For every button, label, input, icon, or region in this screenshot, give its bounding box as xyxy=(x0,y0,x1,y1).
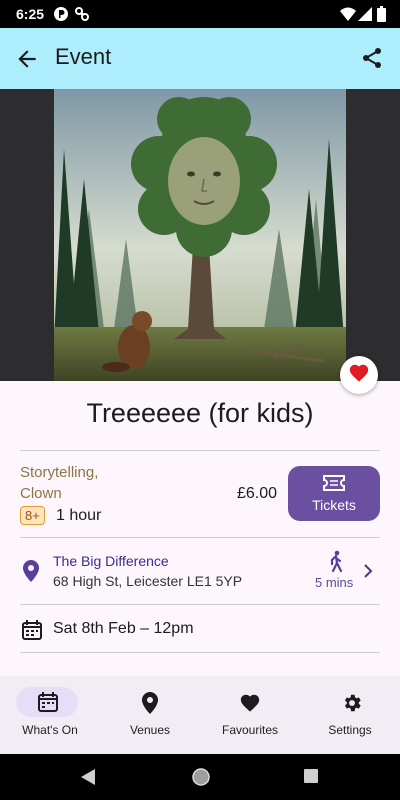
event-image-area xyxy=(0,89,400,381)
bottom-navigation: What's On Venues Favourites Settings xyxy=(0,676,400,754)
date-row: Sat 8th Feb – 12pm xyxy=(0,606,400,652)
battery-icon xyxy=(377,6,386,27)
event-price: £6.00 xyxy=(237,485,278,502)
status-time: 6:25 xyxy=(16,6,45,22)
location-pin-icon xyxy=(22,560,40,587)
system-navigation-bar xyxy=(0,754,400,800)
divider xyxy=(20,450,380,451)
event-categories: Storytelling, Clown xyxy=(20,464,99,502)
location-pin-icon xyxy=(141,692,159,719)
signal-icon xyxy=(358,6,372,27)
ticket-icon xyxy=(322,474,346,497)
favourite-button[interactable] xyxy=(340,356,378,394)
status-bar: 6:25 xyxy=(0,0,400,28)
home-circle-icon[interactable] xyxy=(192,768,210,791)
event-image xyxy=(54,89,346,381)
nav-label: What's On xyxy=(22,723,78,737)
venue-name[interactable]: The Big Difference xyxy=(53,553,169,569)
nav-favourites[interactable]: Favourites xyxy=(200,676,300,754)
walk-time: 5 mins xyxy=(315,575,354,590)
gear-icon xyxy=(341,692,363,719)
page-title: Event xyxy=(55,44,112,69)
calendar-icon xyxy=(22,620,42,645)
event-datetime: Sat 8th Feb – 12pm xyxy=(53,620,194,637)
nav-label: Venues xyxy=(129,723,171,737)
divider xyxy=(20,604,380,605)
calendar-icon xyxy=(38,692,58,717)
venue-address: 68 High St, Leicester LE1 5YP xyxy=(53,573,243,589)
age-rating-badge: 8+ xyxy=(20,506,45,525)
notification-settings-icon xyxy=(74,6,90,27)
recents-square-icon[interactable] xyxy=(304,769,318,788)
notification-p-icon xyxy=(53,6,69,27)
divider xyxy=(20,652,380,653)
tickets-button[interactable]: Tickets xyxy=(288,466,380,521)
heart-icon xyxy=(239,692,261,719)
wifi-icon xyxy=(340,6,356,27)
nav-whats-on[interactable]: What's On xyxy=(0,676,100,754)
venue-row[interactable]: The Big Difference 68 High St, Leicester… xyxy=(0,540,400,602)
heart-filled-icon xyxy=(348,362,370,389)
nav-settings[interactable]: Settings xyxy=(300,676,400,754)
back-arrow-icon[interactable] xyxy=(14,46,40,77)
app-bar: Event xyxy=(0,28,400,89)
nav-label: Favourites xyxy=(221,723,279,737)
tickets-label: Tickets xyxy=(312,497,356,513)
event-title: Treeeeee (for kids) xyxy=(86,398,314,428)
walking-icon xyxy=(328,550,344,577)
share-icon[interactable] xyxy=(360,46,384,75)
chevron-right-icon xyxy=(362,563,374,584)
divider xyxy=(20,537,380,538)
back-triangle-icon[interactable] xyxy=(81,769,95,790)
event-duration: 1 hour xyxy=(56,507,102,524)
nav-label: Settings xyxy=(328,723,372,737)
nav-venues[interactable]: Venues xyxy=(100,676,200,754)
